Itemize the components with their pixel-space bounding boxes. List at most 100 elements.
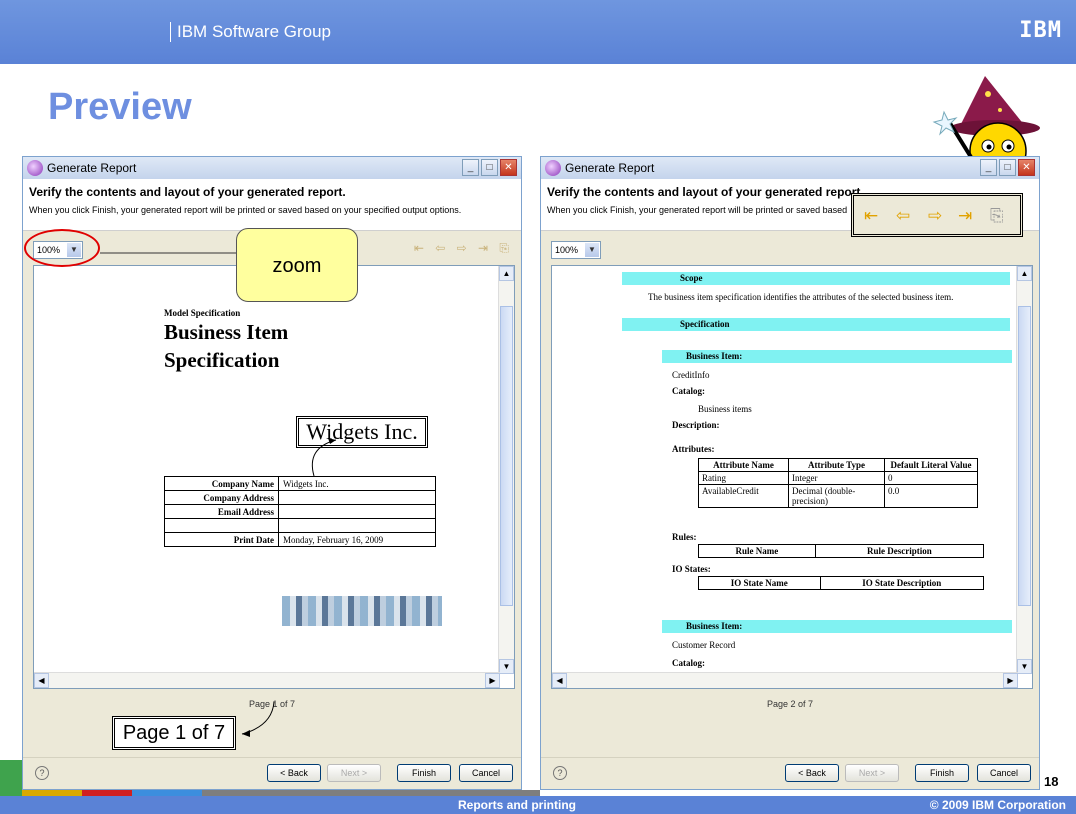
scroll-up-icon[interactable]: ▲	[1017, 266, 1032, 281]
business-item-heading: Business Item:	[662, 350, 1012, 363]
window-titlebar: Generate Report _ □ ✕	[541, 157, 1039, 179]
attributes-table: Attribute Name Attribute Type Default Li…	[698, 458, 978, 508]
business-item-name: CreditInfo	[672, 370, 710, 380]
model-spec-label: Model Specification	[164, 308, 241, 318]
model-spec-title: Model Specification Business Item Specif…	[164, 308, 288, 374]
business-item-title: Business Item	[164, 320, 289, 344]
cancel-button[interactable]: Cancel	[459, 764, 513, 782]
app-icon	[27, 160, 43, 176]
previous-page-icon[interactable]: ⇦	[896, 206, 910, 226]
app-icon	[545, 160, 561, 176]
specification-title: Specification	[164, 348, 280, 372]
footer-title: Reports and printing	[458, 798, 576, 812]
specification-heading: Specification	[622, 318, 1010, 331]
page-indicator: Page 2 of 7	[766, 699, 814, 709]
scroll-right-icon[interactable]: ▶	[485, 673, 500, 688]
back-button[interactable]: < Back	[785, 764, 839, 782]
zoom-highlight-ellipse	[24, 229, 100, 267]
ibm-software-group-label: IBM Software Group	[170, 22, 331, 42]
slide-footer: Reports and printing © 2009 IBM Corporat…	[0, 796, 1076, 814]
report-preview-pane[interactable]: Model Specification Business Item Specif…	[33, 265, 515, 689]
scroll-left-icon[interactable]: ◀	[552, 673, 567, 688]
scroll-down-icon[interactable]: ▼	[499, 659, 514, 674]
table-row	[164, 518, 436, 533]
catalog-label-2: Catalog:	[672, 658, 705, 668]
window-title: Generate Report	[47, 161, 137, 175]
table-row: Email Address	[164, 504, 436, 519]
table-row: Print Date Monday, February 16, 2009	[164, 532, 436, 547]
next-page-icon[interactable]: ⇨	[928, 206, 942, 226]
window-title: Generate Report	[565, 161, 655, 175]
first-page-icon[interactable]: ⇤	[864, 206, 878, 226]
zoom-callout: zoom	[236, 228, 358, 302]
dialog-button-row: ? < Back Next > Finish Cancel	[23, 757, 521, 782]
decorative-banner-image	[282, 596, 442, 626]
horizontal-scrollbar[interactable]: ◀ ▶	[34, 672, 500, 688]
vertical-scrollbar[interactable]: ▲ ▼	[498, 266, 514, 674]
next-button[interactable]: Next >	[327, 764, 381, 782]
minimize-icon[interactable]: _	[462, 159, 479, 176]
copy-page-icon[interactable]: ⎘	[990, 206, 1004, 226]
maximize-icon[interactable]: □	[999, 159, 1016, 176]
maximize-icon[interactable]: □	[481, 159, 498, 176]
zoom-value: 100%	[555, 245, 579, 255]
scope-text: The business item specification identifi…	[648, 292, 954, 302]
io-states-table: IO State Name IO State Description	[698, 576, 985, 590]
dialog-heading: Verify the contents and layout of your g…	[547, 185, 864, 199]
scope-heading: Scope	[622, 272, 1010, 285]
rules-label: Rules:	[672, 532, 697, 542]
dialog-subheading: When you click Finish, your generated re…	[547, 205, 848, 215]
page-navigation-icons[interactable]: ⇤ ⇦ ⇨ ⇥ ⎘	[414, 241, 513, 256]
catalog-label: Catalog:	[672, 386, 705, 396]
rules-table: Rule Name Rule Description	[698, 544, 985, 558]
help-icon[interactable]: ?	[35, 766, 49, 780]
finish-button[interactable]: Finish	[915, 764, 969, 782]
slide-header: IBM Software Group IBM	[0, 0, 1076, 64]
attributes-label: Attributes:	[672, 444, 715, 454]
business-item-heading-2: Business Item:	[662, 620, 1012, 633]
catalog-value: Business items	[698, 404, 752, 414]
chevron-down-icon[interactable]: ▼	[585, 243, 599, 257]
scroll-up-icon[interactable]: ▲	[499, 266, 514, 281]
dialog-button-row: ? < Back Next > Finish Cancel	[541, 757, 1039, 782]
page-callout-arrow-icon	[241, 701, 275, 737]
window-titlebar: Generate Report _ □ ✕	[23, 157, 521, 179]
ibm-logo: IBM	[1019, 18, 1062, 43]
last-page-icon[interactable]: ⇥	[958, 206, 972, 226]
help-icon[interactable]: ?	[553, 766, 567, 780]
footer-copyright: © 2009 IBM Corporation	[929, 798, 1066, 812]
io-states-label: IO States:	[672, 564, 711, 574]
scroll-right-icon[interactable]: ▶	[1003, 673, 1018, 688]
scroll-thumb[interactable]	[500, 306, 513, 606]
horizontal-scrollbar[interactable]: ◀ ▶	[552, 672, 1018, 688]
minimize-icon[interactable]: _	[980, 159, 997, 176]
navigation-callout-box: ⇤ ⇦ ⇨ ⇥ ⎘	[851, 193, 1023, 237]
generate-report-window-right: Generate Report _ □ ✕ Verify the content…	[540, 156, 1040, 790]
page-count-callout: Page 1 of 7	[112, 716, 236, 750]
business-item-name-2: Customer Record	[672, 640, 736, 650]
table-row: Company Address	[164, 490, 436, 505]
back-button[interactable]: < Back	[267, 764, 321, 782]
callout-pointer	[100, 252, 240, 254]
table-row: AvailableCredit Decimal (double-precisio…	[698, 484, 978, 508]
cancel-button[interactable]: Cancel	[977, 764, 1031, 782]
connector-arrow-icon	[311, 438, 337, 477]
vertical-scrollbar[interactable]: ▲ ▼	[1016, 266, 1032, 674]
close-icon[interactable]: ✕	[500, 159, 517, 176]
scroll-thumb[interactable]	[1018, 306, 1031, 606]
report-preview-pane[interactable]: Scope The business item specification id…	[551, 265, 1033, 689]
zoom-select[interactable]: 100% ▼	[551, 241, 601, 259]
next-button[interactable]: Next >	[845, 764, 899, 782]
finish-button[interactable]: Finish	[397, 764, 451, 782]
close-icon[interactable]: ✕	[1018, 159, 1035, 176]
dialog-header: Verify the contents and layout of your g…	[23, 179, 521, 231]
dialog-heading: Verify the contents and layout of your g…	[29, 185, 346, 199]
table-row: Rating Integer 0	[698, 471, 978, 485]
scroll-down-icon[interactable]: ▼	[1017, 659, 1032, 674]
description-label: Description:	[672, 420, 720, 430]
slide-number: 18	[1044, 774, 1059, 789]
scroll-left-icon[interactable]: ◀	[34, 673, 49, 688]
decorative-color-strip	[0, 760, 22, 796]
dialog-subheading: When you click Finish, your generated re…	[29, 205, 462, 215]
company-info-table: Company Name Widgets Inc. Company Address…	[164, 476, 436, 547]
